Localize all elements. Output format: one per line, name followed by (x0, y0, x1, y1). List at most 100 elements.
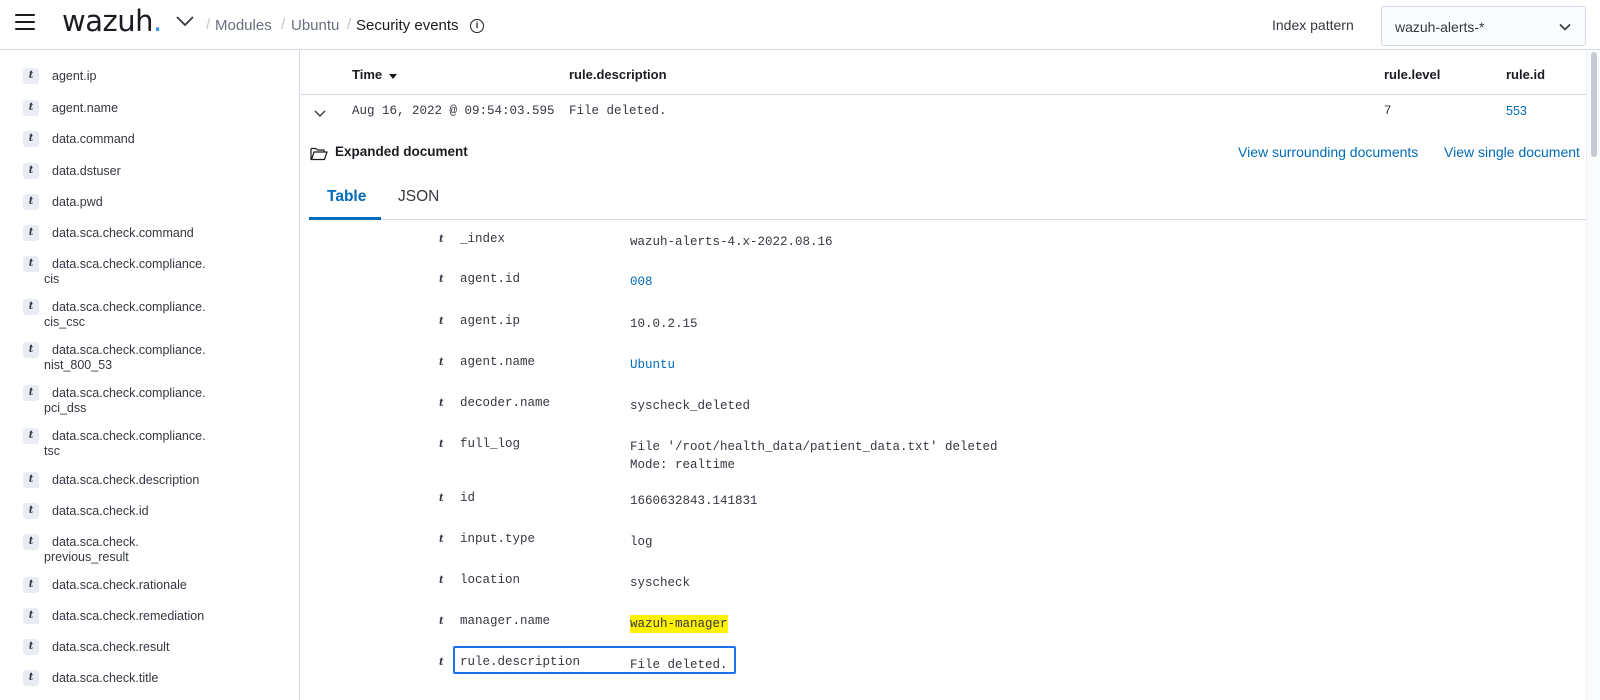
sidebar-field[interactable]: t data.sca.check.compliance. tsc (0, 426, 299, 462)
view-surrounding-documents-link[interactable]: View surrounding documents (1238, 144, 1418, 160)
string-type-icon: t (439, 357, 444, 368)
field-key: decoder.name (460, 396, 551, 410)
scrollbar-thumb[interactable] (1591, 52, 1597, 157)
string-type-icon: t (23, 68, 39, 84)
string-type-icon: t (23, 670, 39, 686)
sidebar-field[interactable]: t data.sca.check.remediation (0, 606, 299, 634)
field-name: data.pwd (52, 195, 103, 209)
string-type-icon: t (23, 428, 39, 444)
column-header-rule-id[interactable]: rule.id (1506, 67, 1545, 82)
field-value: File deleted. (630, 658, 728, 672)
sidebar-field[interactable]: t data.sca.check.result (0, 637, 299, 665)
string-type-icon: t (439, 657, 444, 668)
tab-json[interactable]: JSON (398, 188, 439, 206)
sidebar-field[interactable]: t data.sca.check.id (0, 501, 299, 529)
agent-name-link[interactable]: Ubuntu (630, 356, 675, 374)
field-name: data.sca.check.compliance. (52, 429, 206, 443)
string-type-icon: t (439, 274, 444, 285)
events-panel: Time rule.description rule.level rule.id… (301, 50, 1586, 700)
view-single-document-link[interactable]: View single document (1444, 144, 1580, 160)
string-type-icon: t (23, 608, 39, 624)
field-key: manager.name (460, 614, 551, 628)
column-header-time[interactable]: Time (352, 67, 398, 82)
chevron-down-icon (1559, 23, 1571, 31)
string-type-icon: t (23, 299, 39, 315)
highlighted-field-value: wazuh-manager (630, 615, 728, 633)
string-type-icon: t (23, 342, 39, 358)
column-header-rule-level[interactable]: rule.level (1384, 67, 1440, 82)
row-rule-id-link[interactable]: 553 (1506, 104, 1527, 118)
field-name-continued: pci_dss (44, 401, 87, 415)
field-key: id (460, 491, 476, 505)
breadcrumb-separator: / (206, 16, 211, 33)
index-pattern-select[interactable]: wazuh-alerts-* (1381, 6, 1586, 46)
sidebar-field[interactable]: t agent.name (0, 98, 299, 126)
column-header-rule-description[interactable]: rule.description (569, 67, 667, 82)
field-name-continued: previous_result (44, 550, 129, 564)
sidebar-field[interactable]: t data.sca.check.description (0, 470, 299, 498)
string-type-icon: t (439, 234, 444, 245)
field-name: data.sca.check.description (52, 473, 200, 487)
breadcrumb-agent[interactable]: Ubuntu (291, 17, 339, 34)
chevron-down-icon[interactable] (313, 108, 327, 120)
agent-id-link[interactable]: 008 (630, 273, 653, 291)
field-name: data.sca.check.remediation (52, 609, 205, 623)
field-name: data.sca.check.command (52, 226, 194, 240)
sidebar-field[interactable]: t data.sca.check. previous_result (0, 532, 299, 568)
field-name: data.sca.check.compliance. (52, 343, 206, 357)
field-name: data.dstuser (52, 164, 121, 178)
menu-icon[interactable] (15, 14, 35, 32)
string-type-icon: t (23, 131, 39, 147)
breadcrumb-separator: / (347, 16, 352, 33)
page-title: Security events (356, 17, 459, 34)
string-type-icon: t (23, 256, 39, 272)
sidebar-field[interactable]: t data.pwd (0, 192, 299, 220)
sidebar-field[interactable]: t agent.ip (0, 66, 299, 94)
table-header-divider (301, 94, 1586, 95)
string-type-icon: t (23, 577, 39, 593)
field-value: 10.0.2.15 (630, 317, 698, 331)
sidebar-field[interactable]: t data.sca.check.compliance. pci_dss (0, 383, 299, 419)
sidebar-field[interactable]: t data.sca.check.title (0, 668, 299, 696)
field-name: data.sca.check.id (52, 504, 149, 518)
chevron-down-icon[interactable] (175, 14, 195, 28)
breadcrumb-modules[interactable]: Modules (215, 17, 272, 34)
sidebar-field[interactable]: t data.command (0, 129, 299, 157)
index-pattern-label: Index pattern (1272, 17, 1354, 33)
field-name-continued: cis (44, 272, 60, 286)
sidebar-field[interactable]: t data.sca.check.compliance. cis (0, 254, 299, 290)
wazuh-logo[interactable]: wazuh. (62, 4, 162, 38)
field-name: data.sca.check.result (52, 640, 170, 654)
row-description: File deleted. (569, 104, 667, 118)
string-type-icon: t (23, 194, 39, 210)
string-type-icon: t (439, 575, 444, 586)
sidebar-field[interactable]: t data.sca.check.rationale (0, 575, 299, 603)
field-list-sidebar: t agent.ip t agent.name t data.command t dat… (0, 50, 300, 700)
field-name: agent.ip (52, 69, 97, 83)
string-type-icon: t (23, 534, 39, 550)
field-value: log (630, 535, 653, 549)
scrollbar[interactable] (1586, 50, 1600, 700)
string-type-icon: t (439, 616, 444, 627)
field-key: agent.name (460, 355, 536, 369)
sidebar-field[interactable]: t data.sca.check.compliance. cis_csc (0, 297, 299, 333)
string-type-icon: t (23, 472, 39, 488)
field-name-continued: tsc (44, 444, 60, 458)
field-name: data.sca.check.rationale (52, 578, 187, 592)
folder-open-icon (310, 147, 328, 161)
active-tab-indicator (309, 217, 381, 220)
field-value: File '/root/health_data/patient_data.txt… (630, 440, 998, 472)
row-level: 7 (1384, 104, 1392, 118)
field-name: data.sca.check.compliance. (52, 257, 206, 271)
field-value: wazuh-alerts-4.x-2022.08.16 (630, 235, 833, 249)
field-name-continued: nist_800_53 (44, 358, 113, 372)
field-name: data.sca.check.compliance. (52, 386, 206, 400)
sidebar-field[interactable]: t data.dstuser (0, 161, 299, 189)
sidebar-field[interactable]: t data.sca.check.compliance. nist_800_53 (0, 340, 299, 376)
string-type-icon: t (23, 225, 39, 241)
info-icon[interactable]: i (470, 19, 484, 33)
field-name-continued: cis_csc (44, 315, 85, 329)
sidebar-field[interactable]: t data.sca.check.command (0, 223, 299, 251)
tab-table[interactable]: Table (327, 188, 366, 206)
field-key: agent.id (460, 272, 521, 286)
